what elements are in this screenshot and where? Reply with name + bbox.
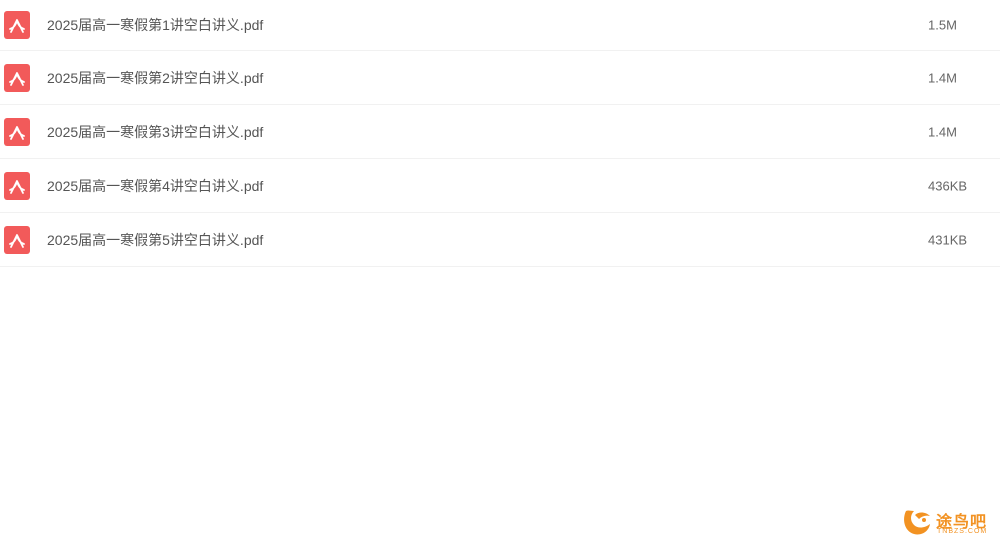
file-size: 1.4M [928,124,957,139]
file-name[interactable]: 2025届高一寒假第2讲空白讲义.pdf [47,68,263,88]
file-row[interactable]: 2025届高一寒假第2讲空白讲义.pdf 1.4M [0,51,1000,105]
file-name[interactable]: 2025届高一寒假第5讲空白讲义.pdf [47,230,263,250]
pdf-icon [4,63,30,92]
file-row[interactable]: 2025届高一寒假第5讲空白讲义.pdf 431KB [0,213,1000,267]
file-row[interactable]: 2025届高一寒假第1讲空白讲义.pdf 1.5M [0,0,1000,51]
file-name[interactable]: 2025届高一寒假第4讲空白讲义.pdf [47,176,263,196]
file-size: 1.5M [928,17,957,33]
pdf-icon [4,225,30,254]
file-row[interactable]: 2025届高一寒假第4讲空白讲义.pdf 436KB [0,159,1000,213]
file-name[interactable]: 2025届高一寒假第1讲空白讲义.pdf [47,15,263,35]
file-list: 2025届高一寒假第1讲空白讲义.pdf 1.5M 2025届高一寒假第2讲空白… [0,0,1000,267]
file-row[interactable]: 2025届高一寒假第3讲空白讲义.pdf 1.4M [0,105,1000,159]
watermark-subtext: TNBZS.COM [937,528,988,535]
file-size: 436KB [928,178,968,193]
file-name[interactable]: 2025届高一寒假第3讲空白讲义.pdf [47,122,263,142]
watermark: 途鸟吧 TNBZS.COM [900,503,996,541]
pdf-icon [4,171,30,200]
pdf-icon [4,117,30,146]
file-size: 1.4M [928,70,957,85]
file-size: 431KB [928,232,968,247]
bird-logo-icon [904,510,930,535]
pdf-icon [4,11,30,39]
